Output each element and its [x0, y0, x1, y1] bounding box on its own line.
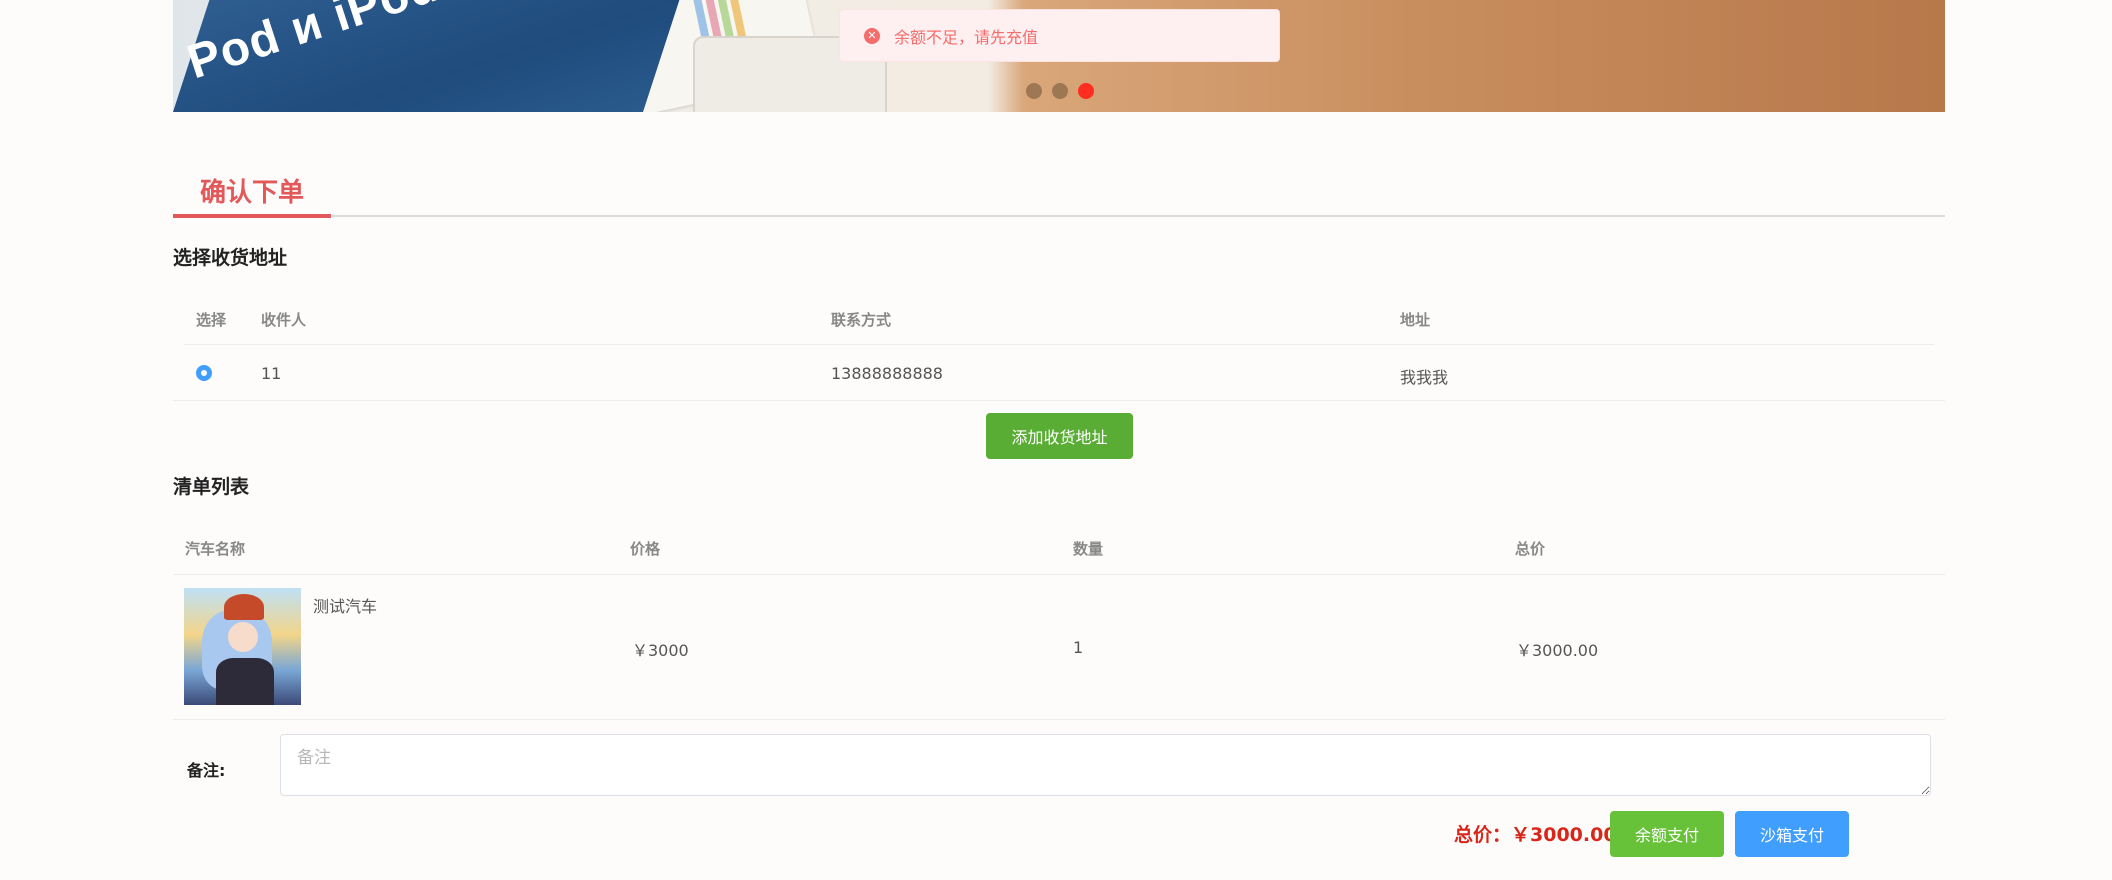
order-item-subtotal: ￥3000.00 — [1516, 641, 1599, 660]
address-col-select: 选择 — [196, 311, 227, 329]
toast-message: 余额不足，请先充值 — [894, 27, 1039, 47]
sandbox-pay-button[interactable]: 沙箱支付 — [1735, 811, 1849, 857]
order-item-quantity: 1 — [1073, 638, 1084, 657]
order-item-price: ￥3000 — [632, 641, 689, 660]
carousel-dot-3[interactable] — [1078, 83, 1094, 99]
order-col-subtotal: 总价 — [1515, 540, 1546, 558]
total-value: ￥3000.00 — [1511, 824, 1617, 846]
address-col-address: 地址 — [1400, 311, 1431, 329]
order-list-heading: 清单列表 — [173, 476, 250, 498]
balance-pay-button[interactable]: 余额支付 — [1610, 811, 1724, 857]
carousel-dot-1[interactable] — [1026, 83, 1042, 99]
address-recipient: 11 — [261, 364, 282, 383]
address-header-divider — [184, 344, 1934, 345]
carousel-indicators — [1026, 83, 1094, 99]
address-col-phone: 联系方式 — [831, 311, 892, 329]
address-row-divider — [173, 400, 1945, 401]
remark-textarea[interactable] — [280, 734, 1931, 796]
address-radio[interactable] — [196, 365, 212, 381]
order-col-quantity: 数量 — [1073, 540, 1104, 558]
tab-active-indicator — [173, 214, 331, 218]
remark-label: 备注: — [187, 761, 226, 780]
order-col-price: 价格 — [630, 540, 661, 558]
error-toast: ✕ 余额不足，请先充值 — [839, 9, 1280, 62]
tab-divider — [173, 215, 1945, 217]
total-label: 总价： — [1454, 824, 1512, 846]
address-phone: 13888888888 — [831, 364, 943, 383]
tab-confirm-order[interactable]: 确认下单 — [173, 172, 331, 209]
error-circle-icon: ✕ — [864, 27, 880, 44]
carousel-dot-2[interactable] — [1052, 83, 1068, 99]
order-header-divider — [173, 574, 1945, 575]
add-address-button[interactable]: 添加收货地址 — [986, 413, 1133, 459]
order-row-divider — [173, 719, 1945, 720]
address-col-recipient: 收件人 — [261, 311, 307, 329]
total-price: 总价：￥3000.00 — [1454, 820, 1617, 847]
car-thumbnail-image — [184, 588, 301, 705]
address-detail: 我我我 — [1400, 368, 1449, 387]
order-col-name: 汽车名称 — [185, 540, 246, 558]
order-item-name[interactable]: 测试汽车 — [313, 593, 377, 617]
address-heading: 选择收货地址 — [173, 247, 288, 269]
